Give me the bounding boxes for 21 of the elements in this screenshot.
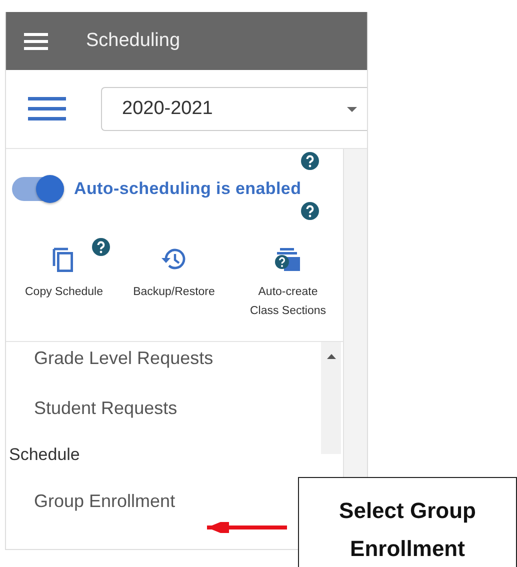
year-select[interactable]: 2020-2021 [101, 87, 367, 131]
tool-button[interactable]: Backup/Restore [120, 237, 228, 302]
help-icon[interactable] [92, 238, 110, 256]
tool-button[interactable]: Auto-create Class Sections [234, 237, 342, 321]
help-icon[interactable] [301, 152, 319, 170]
scroll-up-icon[interactable] [326, 354, 336, 359]
stacked-cards-icon [274, 246, 302, 274]
section-header: Schedule [9, 444, 80, 466]
menu-icon[interactable] [28, 97, 66, 121]
toggle-label: Auto-scheduling is enabled [74, 179, 302, 199]
menu-item[interactable]: Group Enrollment [34, 487, 176, 515]
menu-item[interactable]: Grade Level Requests [34, 344, 214, 372]
scrollbar[interactable] [321, 342, 341, 454]
callout-tooltip: Select Group Enrollment [298, 477, 517, 567]
menu-item[interactable]: Student Requests [34, 394, 178, 422]
toggle-switch[interactable] [12, 177, 64, 201]
tool-button[interactable]: Copy Schedule [14, 237, 114, 302]
menu-icon[interactable] [24, 32, 48, 50]
app-title: Scheduling [86, 30, 180, 52]
caret-icon [347, 106, 357, 112]
help-icon[interactable] [301, 202, 319, 220]
